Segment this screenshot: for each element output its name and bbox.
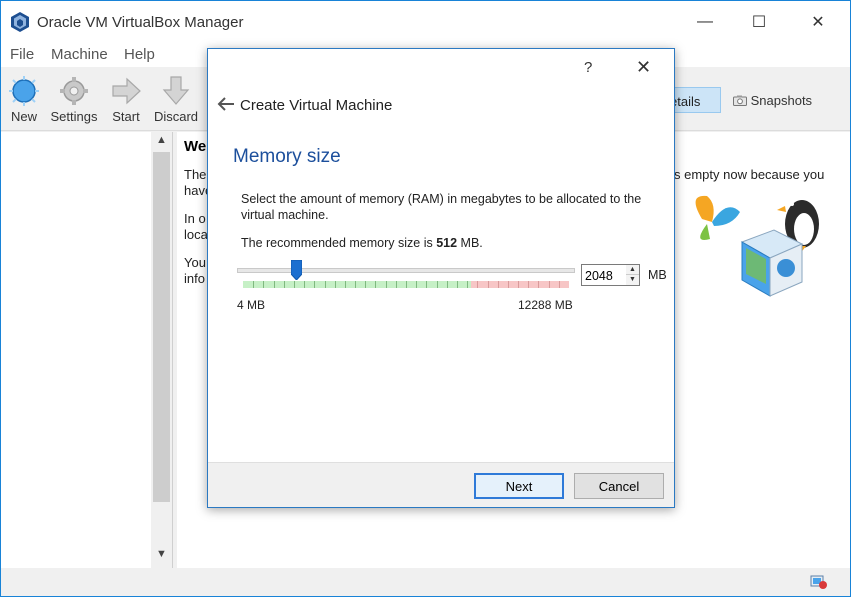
scale-tick [345,281,346,288]
dialog-close-button[interactable]: ✕ [636,57,651,78]
status-bar [1,568,850,596]
memory-spinbox[interactable]: ▲ ▼ [581,264,640,286]
cancel-button[interactable]: Cancel [574,473,664,499]
scale-tick [477,281,478,288]
scale-tick [325,281,326,288]
welcome-title: We [184,138,207,155]
virtualbox-icon [9,11,31,33]
menu-file[interactable]: File [10,46,34,63]
scale-tick [538,281,539,288]
recommended-value: 512 [436,236,458,250]
new-icon [9,76,39,106]
min-memory-label: 4 MB [237,298,266,312]
welcome-text-1a: The [184,167,207,182]
dialog-heading: Create Virtual Machine [240,97,393,114]
scale-tick [253,281,254,288]
welcome-text-3a: You [184,255,206,270]
camera-icon [733,95,747,106]
scale-tick [416,281,417,288]
scale-tick [294,281,295,288]
spin-down-icon[interactable]: ▼ [626,275,639,285]
new-button[interactable]: New [0,75,52,129]
scale-tick [498,281,499,288]
recommended-suffix: MB. [457,236,483,250]
memory-scale [243,281,569,288]
status-icon[interactable] [810,572,828,590]
help-button[interactable]: ? [584,59,592,76]
scale-tick [457,281,458,288]
discard-icon [162,76,190,105]
minimize-button[interactable]: — [682,1,728,43]
scroll-up-icon[interactable]: ▲ [151,134,172,152]
menu-help[interactable]: Help [124,46,155,63]
butterfly-icon [695,195,740,240]
max-memory-label: 12288 MB [518,298,573,312]
scale-tick [396,281,397,288]
scale-tick [528,281,529,288]
memory-input[interactable] [585,268,625,284]
discard-button[interactable]: Discard [148,75,204,129]
next-button[interactable]: Next [474,473,564,499]
maximize-button[interactable]: ☐ [736,1,782,43]
back-arrow-icon[interactable] [217,95,235,113]
welcome-text-2a: In o [184,211,206,226]
scale-tick [549,281,550,288]
dialog-title-bar: ? ✕ [208,49,674,87]
start-button[interactable]: Start [98,75,154,129]
scale-tick [559,281,560,288]
settings-button[interactable]: Settings [46,75,102,129]
scroll-thumb[interactable] [153,152,170,502]
section-title: Memory size [233,146,341,167]
scale-tick [314,281,315,288]
vm-list-panel[interactable] [1,132,173,568]
memory-unit: MB [648,268,667,282]
settings-icon [60,77,88,105]
scale-tick [274,281,275,288]
cube-icon [740,229,804,297]
dialog-footer: Next Cancel [208,462,674,507]
scale-tick [518,281,519,288]
memory-slider-handle[interactable] [291,260,303,280]
scale-tick [437,281,438,288]
memory-slider-track[interactable] [237,268,575,273]
memory-description: Select the amount of memory (RAM) in meg… [241,192,642,222]
tab-snapshots-label: Snapshots [750,93,813,108]
recommended-memory: The recommended memory size is 512 MB. [241,236,483,250]
scale-tick [375,281,376,288]
scale-tick [386,281,387,288]
scale-tick [488,281,489,288]
scale-danger-zone [471,281,569,288]
mascot-illustration [695,195,819,297]
scale-tick [365,281,366,288]
close-button[interactable]: ✕ [795,1,841,43]
start-label: Start [112,109,140,124]
scale-tick [406,281,407,288]
spin-up-icon[interactable]: ▲ [626,265,639,275]
window-title: Oracle VM VirtualBox Manager [37,14,244,31]
new-label: New [10,109,37,124]
scale-tick [284,281,285,288]
scale-tick [355,281,356,288]
welcome-text-3b: info [184,271,205,286]
scale-tick [335,281,336,288]
menu-machine[interactable]: Machine [51,46,108,63]
scale-tick [467,281,468,288]
welcome-text-2b: loca [184,227,208,242]
scale-tick [263,281,264,288]
discard-label: Discard [153,109,199,124]
scale-tick [508,281,509,288]
title-bar: Oracle VM VirtualBox Manager — ☐ ✕ [1,1,850,43]
tab-snapshots[interactable]: Snapshots [733,87,833,113]
scroll-down-icon[interactable]: ▼ [151,548,172,566]
welcome-text-right: s empty now because you [674,167,825,182]
settings-label: Settings [50,109,98,124]
start-icon [112,77,141,105]
vm-list-scrollbar[interactable]: ▲ ▼ [151,132,172,568]
scale-tick [304,281,305,288]
scale-tick [426,281,427,288]
scale-tick [447,281,448,288]
create-vm-dialog: ? ✕ Create Virtual Machine Memory size S… [207,48,675,508]
recommended-prefix: The recommended memory size is [241,236,437,250]
